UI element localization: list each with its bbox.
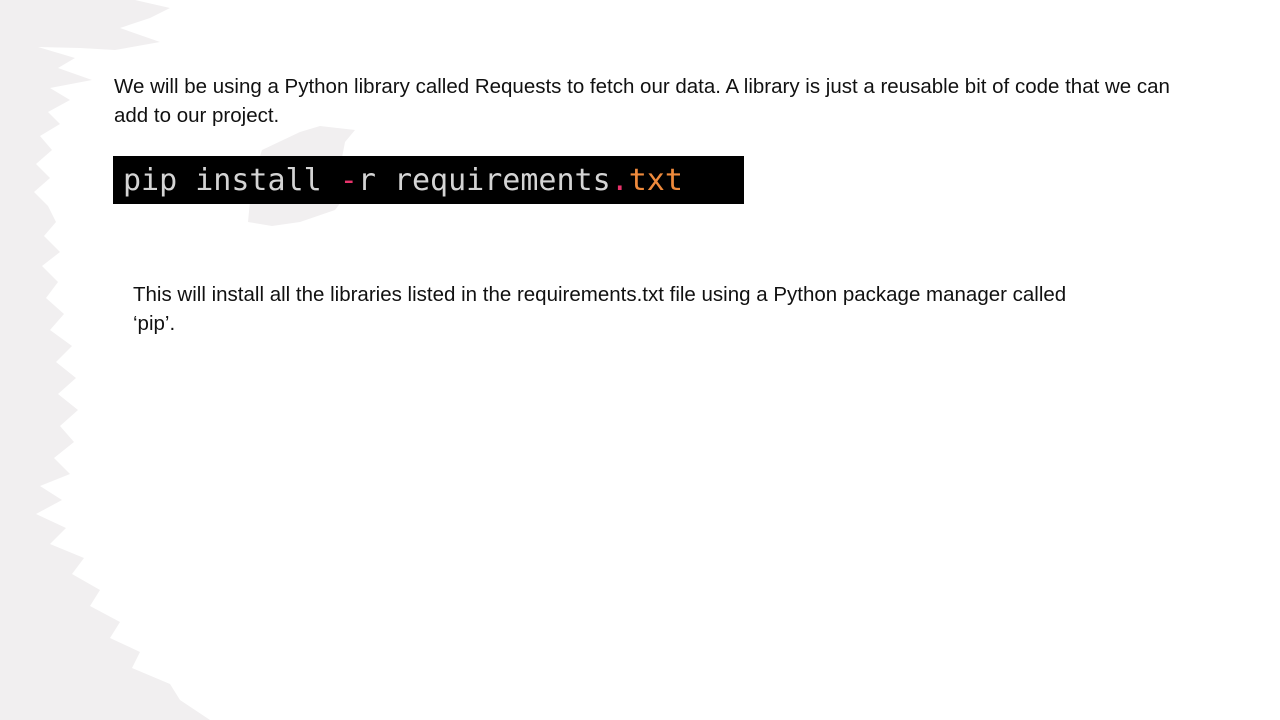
code-extension: txt [628, 162, 683, 198]
code-flag-letter: r [357, 162, 376, 198]
code-filename: requirements [393, 162, 611, 198]
code-command: pip install [123, 162, 340, 198]
outro-paragraph: This will install all the libraries list… [133, 283, 1067, 335]
intro-paragraph: We will be using a Python library called… [114, 75, 1170, 127]
code-block: pip install -r requirements. txt [113, 156, 744, 204]
code-flag-dash: - [339, 162, 358, 198]
slide: We will be using a Python library called… [0, 0, 1280, 720]
code-dot: . [610, 162, 629, 198]
